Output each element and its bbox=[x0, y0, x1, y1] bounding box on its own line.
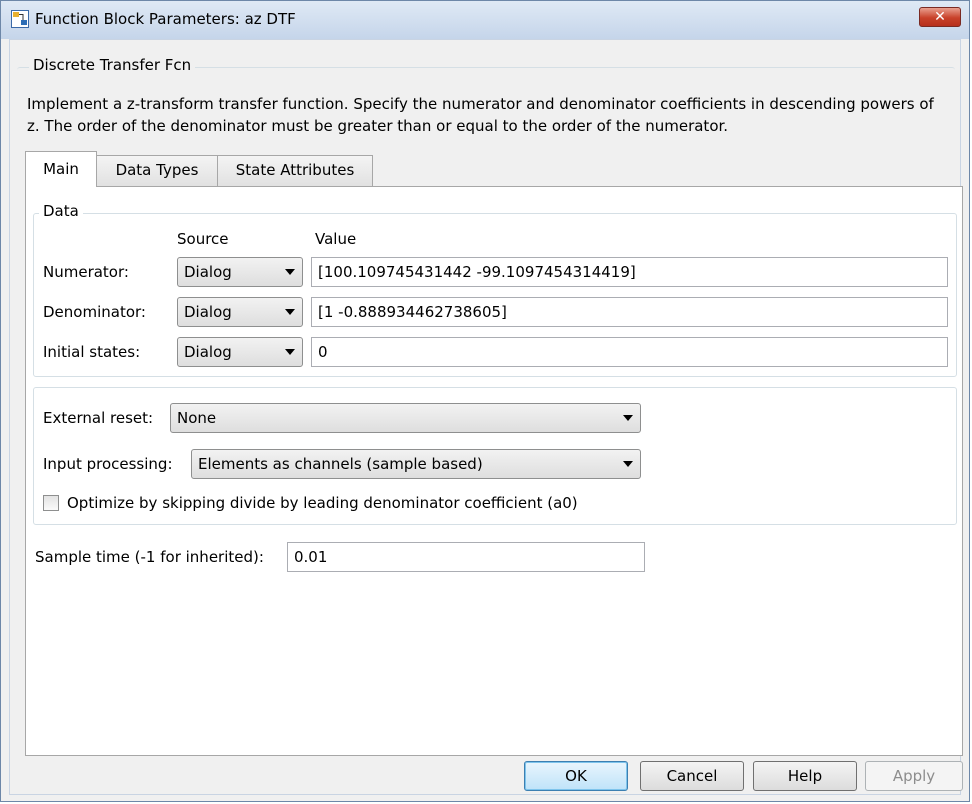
tab-state-attributes[interactable]: State Attributes bbox=[217, 155, 373, 186]
initial-states-input[interactable]: 0 bbox=[311, 337, 948, 367]
denominator-input[interactable]: [1 -0.888934462738605] bbox=[311, 297, 948, 327]
dropdown-arrow-icon bbox=[623, 415, 633, 421]
input-processing-value: Elements as channels (sample based) bbox=[198, 455, 483, 473]
numerator-source-dropdown[interactable]: Dialog bbox=[177, 257, 303, 287]
dropdown-arrow-icon bbox=[285, 349, 295, 355]
value-column-header: Value bbox=[315, 230, 357, 248]
denominator-source-dropdown[interactable]: Dialog bbox=[177, 297, 303, 327]
input-processing-label: Input processing: bbox=[43, 455, 173, 473]
block-type-title: Discrete Transfer Fcn bbox=[29, 56, 196, 74]
dropdown-arrow-icon bbox=[623, 461, 633, 467]
numerator-source-value: Dialog bbox=[184, 263, 232, 281]
window-title: Function Block Parameters: az DTF bbox=[35, 10, 296, 28]
dialog-window: Function Block Parameters: az DTF ✕ Disc… bbox=[0, 0, 970, 802]
sample-time-label: Sample time (-1 for inherited): bbox=[35, 548, 264, 566]
help-button[interactable]: Help bbox=[753, 761, 857, 791]
external-reset-dropdown[interactable]: None bbox=[170, 403, 641, 433]
optimize-checkbox[interactable] bbox=[43, 495, 59, 511]
tab-data-types[interactable]: Data Types bbox=[96, 155, 218, 186]
dropdown-arrow-icon bbox=[285, 309, 295, 315]
initial-states-source-dropdown[interactable]: Dialog bbox=[177, 337, 303, 367]
simulink-block-icon bbox=[11, 10, 29, 28]
dropdown-arrow-icon bbox=[285, 269, 295, 275]
source-column-header: Source bbox=[177, 230, 229, 248]
initial-states-label: Initial states: bbox=[43, 343, 141, 361]
title-bar[interactable]: Function Block Parameters: az DTF ✕ bbox=[1, 1, 969, 39]
denominator-label: Denominator: bbox=[43, 303, 146, 321]
sample-time-input[interactable]: 0.01 bbox=[287, 542, 645, 572]
optimize-label[interactable]: Optimize by skipping divide by leading d… bbox=[67, 494, 578, 512]
close-button[interactable]: ✕ bbox=[919, 7, 961, 27]
tab-main[interactable]: Main bbox=[25, 151, 97, 187]
external-reset-label: External reset: bbox=[43, 409, 154, 427]
ok-button[interactable]: OK bbox=[524, 761, 628, 791]
apply-button: Apply bbox=[865, 761, 963, 791]
initial-states-source-value: Dialog bbox=[184, 343, 232, 361]
close-icon: ✕ bbox=[934, 9, 946, 25]
external-reset-value: None bbox=[177, 409, 217, 427]
data-group-title: Data bbox=[39, 202, 83, 220]
denominator-source-value: Dialog bbox=[184, 303, 232, 321]
cancel-button[interactable]: Cancel bbox=[640, 761, 744, 791]
block-description: Implement a z-transform transfer functio… bbox=[27, 95, 934, 135]
numerator-label: Numerator: bbox=[43, 263, 129, 281]
input-processing-dropdown[interactable]: Elements as channels (sample based) bbox=[191, 449, 641, 479]
numerator-input[interactable]: [100.109745431442 -99.1097454314419] bbox=[311, 257, 948, 287]
